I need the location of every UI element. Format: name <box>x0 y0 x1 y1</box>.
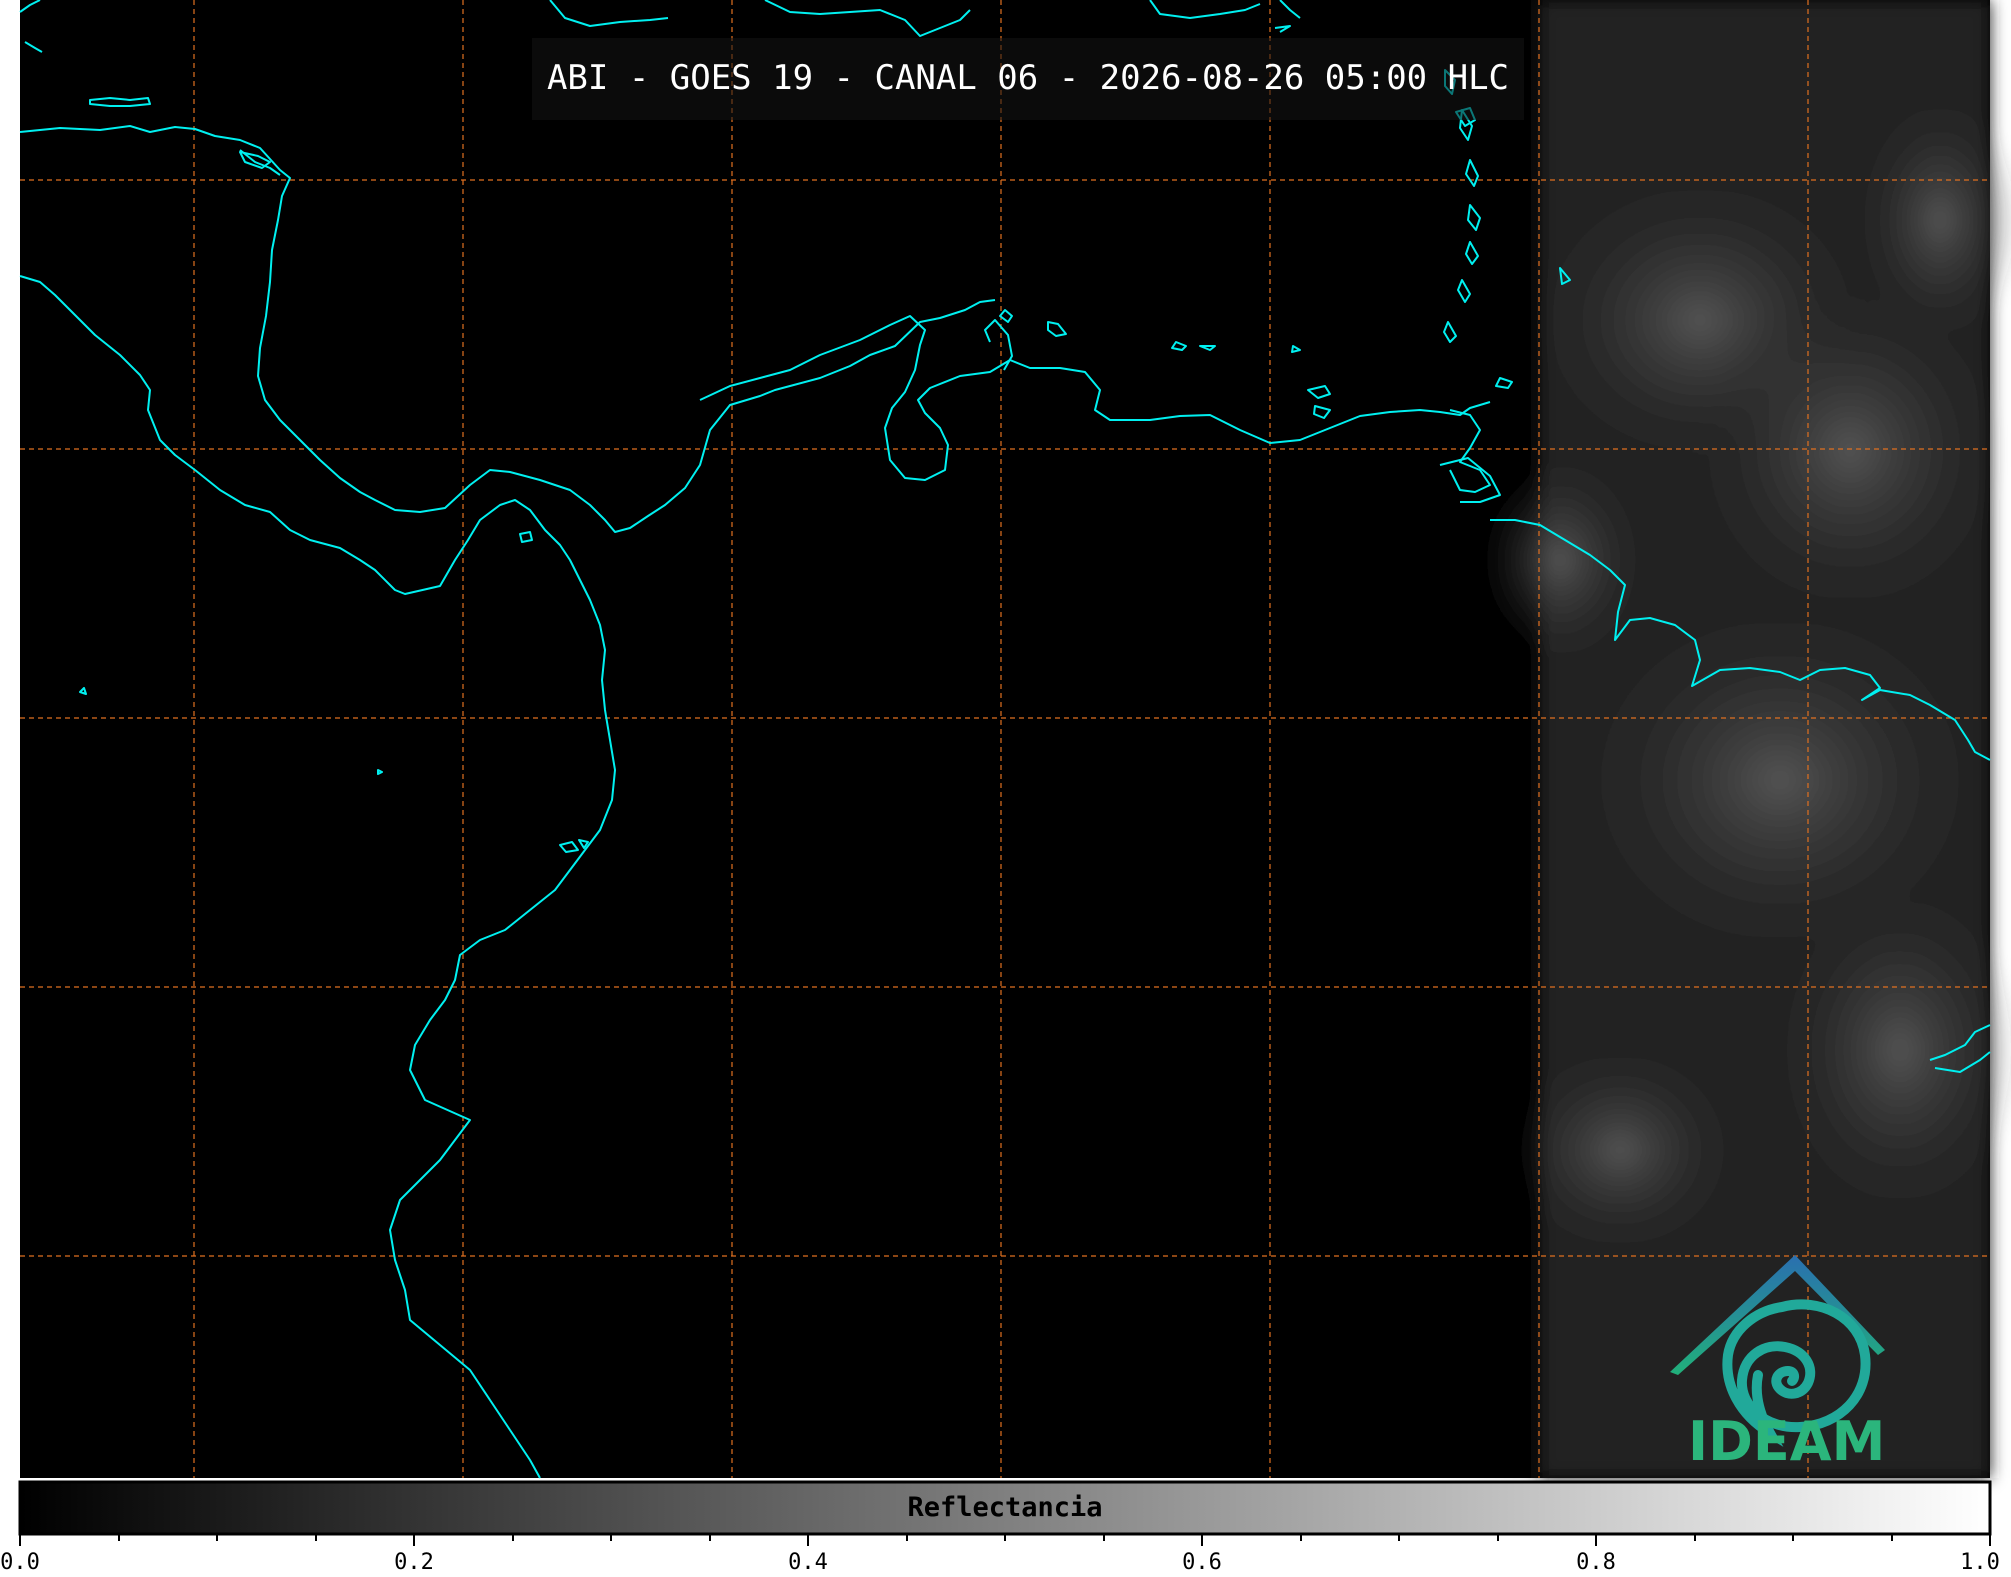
colorbar-tick-label: 0.0 <box>0 1550 40 1575</box>
colorbar-tick-label: 0.4 <box>788 1550 828 1575</box>
colorbar-ticks <box>19 1534 1991 1546</box>
colorbar-tick-label: 0.6 <box>1182 1550 1222 1575</box>
colorbar-tick-label: 0.8 <box>1576 1550 1616 1575</box>
map-title: ABI - GOES 19 - CANAL 06 - 2026-08-26 05… <box>532 38 1524 120</box>
colorbar-tick-label: 0.2 <box>394 1550 434 1575</box>
ideam-logo-text: IDEAM <box>1688 1410 1886 1473</box>
satellite-map <box>18 0 2011 1546</box>
colorbar-label: Reflectancia <box>907 1492 1103 1523</box>
colorbar-tick-label: 1.0 <box>1960 1550 2000 1575</box>
